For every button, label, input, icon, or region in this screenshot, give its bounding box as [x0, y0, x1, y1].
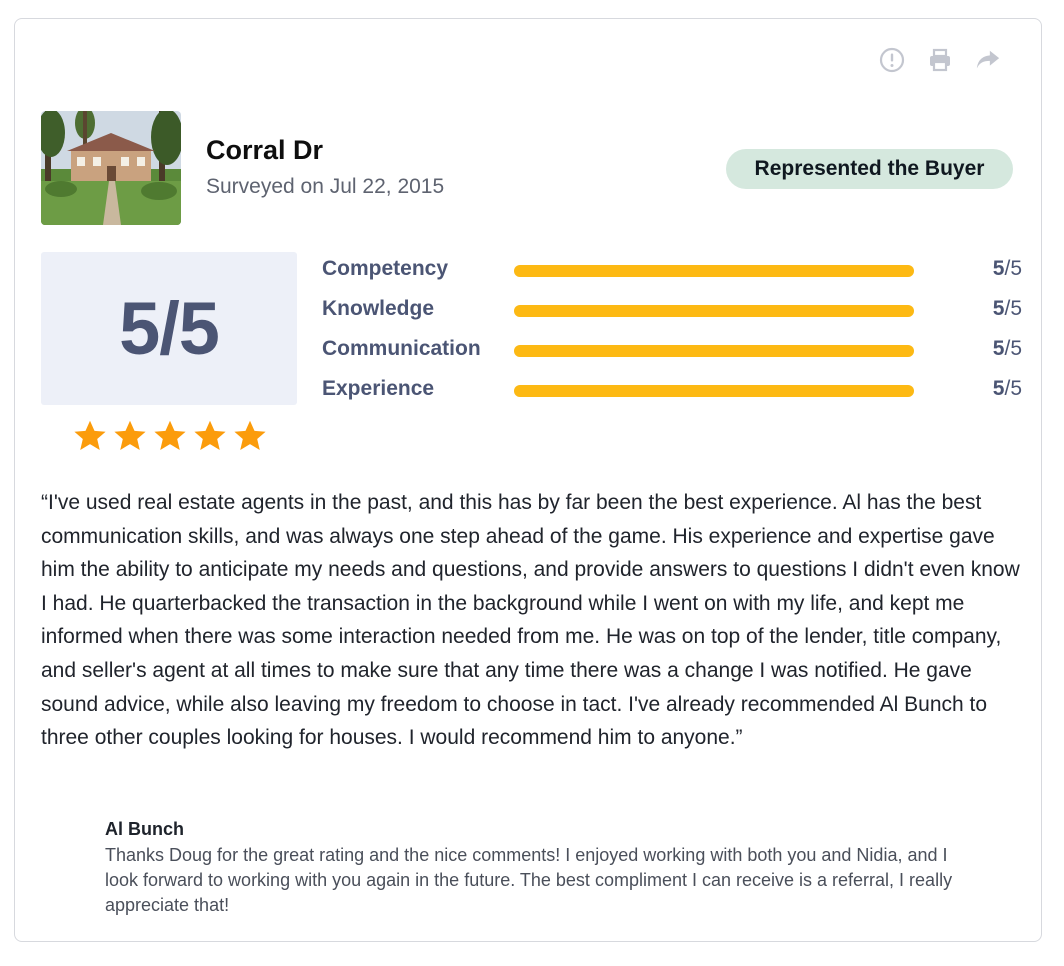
category-bar: [514, 385, 914, 397]
star-icon: [194, 420, 226, 450]
category-score-max: /5: [1004, 337, 1022, 360]
category-row: Communication 5/5: [322, 335, 1022, 365]
star-rating: [72, 418, 268, 454]
reply-author: Al Bunch: [105, 819, 184, 839]
category-score-max: /5: [1004, 377, 1022, 400]
category-score: 5/5: [993, 297, 1022, 321]
category-bar: [514, 305, 914, 317]
overall-rating: 5/5: [41, 252, 297, 405]
category-label: Experience: [322, 377, 435, 400]
review-card: Corral Dr Surveyed on Jul 22, 2015 Repre…: [14, 18, 1042, 942]
star-icon: [154, 420, 186, 450]
category-label: Competency: [322, 257, 449, 280]
category-score: 5/5: [993, 377, 1022, 401]
category-score: 5/5: [993, 257, 1022, 281]
category-bar-fill: [514, 385, 914, 397]
star-icon: [114, 420, 146, 450]
property-address: Corral Dr: [206, 135, 324, 165]
category-score-value: 5: [992, 257, 1005, 280]
category-bar-fill: [514, 345, 914, 357]
category-row: Experience 5/5: [322, 375, 1022, 405]
share-button[interactable]: [975, 47, 1001, 73]
print-icon: [930, 48, 950, 72]
category-row: Competency 5/5: [322, 255, 1022, 285]
review-text: “I've used real estate agents in the pas…: [41, 491, 1020, 750]
report-icon: [879, 47, 905, 73]
category-bar: [514, 265, 914, 277]
category-label: Knowledge: [322, 297, 435, 320]
category-bar-fill: [514, 265, 914, 277]
category-score-max: /5: [1004, 257, 1022, 280]
print-button[interactable]: [927, 47, 953, 73]
represented-badge: Represented the Buyer: [726, 149, 1013, 189]
card-actions: [879, 47, 1001, 73]
property-photo: [41, 111, 181, 225]
reply-text: Thanks Doug for the great rating and the…: [105, 845, 953, 915]
share-icon: [976, 50, 1000, 69]
category-bar-fill: [514, 305, 914, 317]
category-score-value: 5: [992, 377, 1005, 400]
report-button[interactable]: [879, 47, 905, 73]
category-score: 5/5: [993, 337, 1022, 361]
category-score-value: 5: [992, 297, 1005, 320]
category-score-max: /5: [1004, 297, 1022, 320]
category-row: Knowledge 5/5: [322, 295, 1022, 325]
category-label: Communication: [322, 337, 481, 360]
category-score-value: 5: [992, 337, 1005, 360]
category-bar: [514, 345, 914, 357]
star-icon: [234, 420, 266, 450]
star-icon: [74, 420, 106, 450]
agent-reply: Al Bunch Thanks Doug for the great ratin…: [105, 817, 955, 918]
survey-date: Surveyed on Jul 22, 2015: [206, 175, 445, 198]
